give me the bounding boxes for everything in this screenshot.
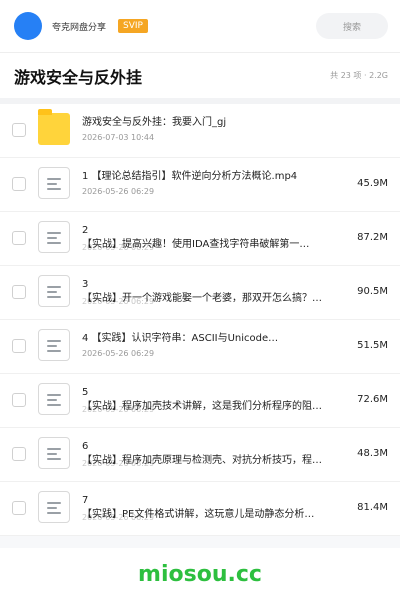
document-icon bbox=[38, 491, 70, 523]
item-size: 81.4M bbox=[357, 502, 388, 513]
footer: miosou.cc bbox=[0, 548, 400, 600]
row-checkbox[interactable] bbox=[12, 123, 26, 137]
file-list: 游戏安全与反外挂：我要入门_gj 2026-07-03 10:44 1 【理论总… bbox=[0, 98, 400, 536]
avatar[interactable] bbox=[14, 12, 42, 40]
item-name: 5 bbox=[82, 387, 89, 398]
folder-meta: 共 23 项 · 2.2G bbox=[330, 71, 388, 80]
list-item[interactable]: 游戏安全与反外挂：我要入门_gj 2026-07-03 10:44 bbox=[0, 104, 400, 158]
item-size: 72.6M bbox=[357, 394, 388, 405]
document-icon bbox=[38, 275, 70, 307]
row-checkbox[interactable] bbox=[12, 177, 26, 191]
list-item[interactable]: 3 2026-05-26 06:29 【实战】开一个游戏能娶一个老婆，那双开怎么… bbox=[0, 266, 400, 320]
item-size: 48.3M bbox=[357, 448, 388, 459]
item-name: 6 bbox=[82, 441, 89, 452]
list-item[interactable]: 5 2026-05-26 06:29 【实战】程序加壳技术讲解，这是我们分析程序… bbox=[0, 374, 400, 428]
watermark: miosou.cc bbox=[138, 561, 262, 587]
item-name-line2: 【实战】程序加壳原理与检测壳、对抗分析技巧，程… bbox=[82, 455, 322, 466]
document-icon bbox=[38, 221, 70, 253]
list-item[interactable]: 1 【理论总结指引】软件逆向分析方法概论.mp4 2026-05-26 06:2… bbox=[0, 158, 400, 212]
row-checkbox[interactable] bbox=[12, 501, 26, 515]
search-placeholder: 搜索 bbox=[342, 22, 361, 33]
item-date: 2026-05-26 06:29 bbox=[82, 349, 155, 358]
item-size: 90.5M bbox=[357, 286, 388, 297]
list-item[interactable]: 2 2026-05-26 06:29 【实战】提高兴趣！使用IDA查找字符串破解… bbox=[0, 212, 400, 266]
item-name: 4 【实践】认识字符串：ASCII与Unicode… bbox=[82, 333, 279, 344]
folder-header: 游戏安全与反外挂 共 23 项 · 2.2G bbox=[0, 52, 400, 98]
item-name: 2 bbox=[82, 225, 89, 236]
item-name: 游戏安全与反外挂：我要入门_gj bbox=[82, 117, 227, 128]
row-checkbox[interactable] bbox=[12, 393, 26, 407]
document-icon bbox=[38, 383, 70, 415]
item-size: 87.2M bbox=[357, 232, 388, 243]
item-name-line2: 【实践】PE文件格式讲解，这玩意儿是动静态分析… bbox=[82, 509, 315, 520]
list-item[interactable]: 4 【实践】认识字符串：ASCII与Unicode… 2026-05-26 06… bbox=[0, 320, 400, 374]
item-name: 1 【理论总结指引】软件逆向分析方法概论.mp4 bbox=[82, 171, 298, 182]
item-size: 45.9M bbox=[357, 178, 388, 189]
item-date: 2026-07-03 10:44 bbox=[82, 133, 155, 142]
folder-icon bbox=[38, 109, 70, 145]
item-name: 3 bbox=[82, 279, 89, 290]
list-item[interactable]: 6 2026-05-26 06:29 【实战】程序加壳原理与检测壳、对抗分析技巧… bbox=[0, 428, 400, 482]
page-title: 游戏安全与反外挂 bbox=[14, 67, 143, 87]
row-checkbox[interactable] bbox=[12, 339, 26, 353]
list-item[interactable]: 7 2026-05-26 06:29 【实践】PE文件格式讲解，这玩意儿是动静态… bbox=[0, 482, 400, 536]
row-checkbox[interactable] bbox=[12, 447, 26, 461]
item-size: 51.5M bbox=[357, 340, 388, 351]
item-date: 2026-05-26 06:29 bbox=[82, 187, 155, 196]
row-checkbox[interactable] bbox=[12, 231, 26, 245]
item-name-line2: 【实战】开一个游戏能娶一个老婆，那双开怎么搞？… bbox=[82, 293, 322, 304]
document-icon bbox=[38, 437, 70, 469]
item-name: 7 bbox=[82, 495, 89, 506]
username: 夸克网盘分享 bbox=[52, 22, 107, 33]
svip-badge: SVIP bbox=[118, 19, 148, 33]
item-name-line2: 【实战】程序加壳技术讲解，这是我们分析程序的阻… bbox=[82, 401, 322, 412]
search-input[interactable]: 搜索 bbox=[316, 13, 388, 39]
item-name-line2: 【实战】提高兴趣！使用IDA查找字符串破解第一… bbox=[82, 239, 310, 250]
top-bar: 夸克网盘分享 SVIP 搜索 bbox=[0, 0, 400, 52]
document-icon bbox=[38, 329, 70, 361]
document-icon bbox=[38, 167, 70, 199]
row-checkbox[interactable] bbox=[12, 285, 26, 299]
